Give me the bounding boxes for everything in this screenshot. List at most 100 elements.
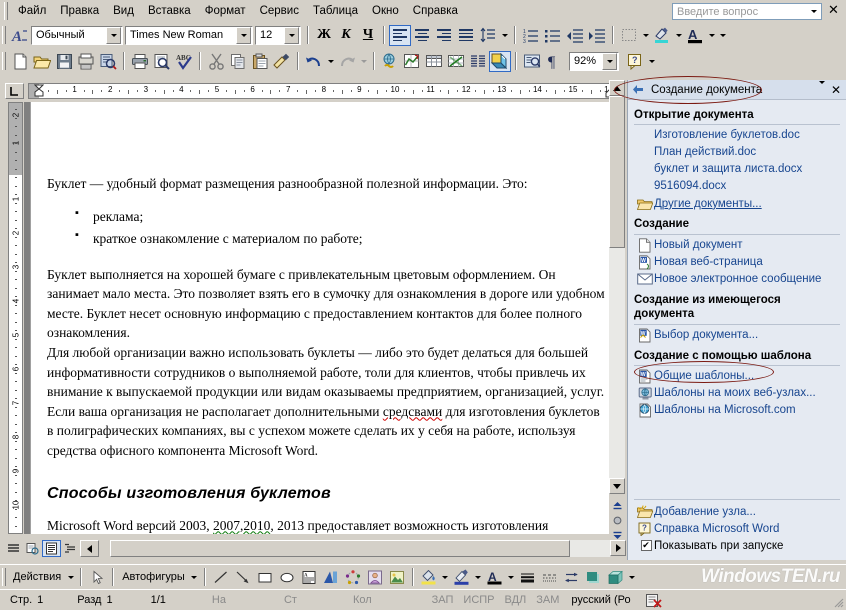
first-line-indent-marker[interactable] <box>33 84 45 98</box>
toolbar-options-button[interactable] <box>717 25 728 46</box>
status-rec-indicator[interactable]: ЗАП <box>432 594 454 606</box>
chevron-down-icon[interactable] <box>807 4 821 19</box>
menu-item-file[interactable]: Файл <box>11 2 53 20</box>
insert-table-icon[interactable] <box>423 51 445 72</box>
borders-button[interactable] <box>618 25 640 46</box>
paste-icon[interactable] <box>249 51 271 72</box>
recent-file-item[interactable]: буклет и защита листа.docx <box>634 161 840 178</box>
font-size-combo[interactable]: 12 <box>255 25 301 45</box>
more-documents-link[interactable]: Другие документы... <box>634 195 840 212</box>
show-formatting-marks-icon[interactable]: ¶ <box>543 51 565 72</box>
font-color-dropdown[interactable] <box>506 567 517 588</box>
microsoft-templates-link[interactable]: Шаблоны на Microsoft.com <box>634 402 840 419</box>
status-trk-indicator[interactable]: ИСПР <box>463 594 494 606</box>
horizontal-scroll-thumb[interactable] <box>110 540 570 557</box>
normal-view-button[interactable] <box>4 540 23 557</box>
justify-button[interactable] <box>455 25 477 46</box>
document-horizontal-scrollbar[interactable] <box>110 540 610 557</box>
show-at-startup-row[interactable]: ✔ Показывать при запуске <box>634 537 840 554</box>
select-browse-object-button[interactable] <box>609 513 625 528</box>
oval-icon[interactable] <box>276 567 298 588</box>
cut-icon[interactable] <box>205 51 227 72</box>
autoshapes-dropdown[interactable] <box>189 567 200 588</box>
font-color-button[interactable]: A <box>684 25 706 46</box>
menu-bar-grip[interactable] <box>4 2 8 20</box>
new-blank-document-link[interactable]: Новый документ <box>634 237 840 254</box>
underline-button[interactable]: Ч <box>357 25 379 46</box>
line-icon[interactable] <box>210 567 232 588</box>
line-color-dropdown[interactable] <box>473 567 484 588</box>
diagram-icon[interactable] <box>342 567 364 588</box>
task-pane-dropdown-icon[interactable] <box>814 80 830 96</box>
chevron-down-icon[interactable] <box>106 26 121 44</box>
print-layout-view-button[interactable] <box>42 540 61 557</box>
web-templates-link[interactable]: Шаблоны на моих веб-узлах... <box>634 385 840 402</box>
italic-button[interactable]: К <box>335 25 357 46</box>
copy-icon[interactable] <box>227 51 249 72</box>
increase-indent-button[interactable] <box>586 25 608 46</box>
menu-item-window[interactable]: Окно <box>365 2 406 20</box>
insert-excel-table-icon[interactable] <box>445 51 467 72</box>
spelling-status-icon[interactable] <box>645 593 662 608</box>
recent-file-item[interactable]: 9516094.docx <box>634 178 840 195</box>
3d-style-icon[interactable] <box>605 567 627 588</box>
bold-button[interactable]: Ж <box>313 25 335 46</box>
scroll-up-button[interactable] <box>609 80 625 96</box>
clip-art-icon[interactable] <box>364 567 386 588</box>
document-map-icon[interactable] <box>521 51 543 72</box>
chevron-down-icon[interactable] <box>602 52 617 70</box>
menu-item-table[interactable]: Таблица <box>306 2 365 20</box>
outline-view-button[interactable] <box>61 540 80 557</box>
vertical-scroll-thumb[interactable] <box>609 96 625 248</box>
borders-dropdown[interactable] <box>640 25 651 46</box>
numbered-list-button[interactable]: 123 <box>520 25 542 46</box>
undo-icon[interactable] <box>303 51 325 72</box>
fill-color-icon[interactable] <box>418 567 440 588</box>
email-document-icon[interactable] <box>75 51 97 72</box>
standard-toolbar-options[interactable] <box>646 51 657 72</box>
select-objects-icon[interactable] <box>86 567 108 588</box>
search-document-icon[interactable] <box>97 51 119 72</box>
recent-file-item[interactable]: Изготовление буклетов.doc <box>634 127 840 144</box>
document-canvas[interactable]: Буклет — удобный формат размещения разно… <box>24 102 624 534</box>
formatting-toolbar-grip[interactable] <box>2 26 6 44</box>
print-icon[interactable] <box>129 51 151 72</box>
choose-document-link[interactable]: W Выбор документа... <box>634 327 840 344</box>
previous-page-button[interactable] <box>609 497 625 512</box>
resize-grip[interactable] <box>831 595 845 609</box>
arrow-style-icon[interactable] <box>561 567 583 588</box>
styles-and-formatting-icon[interactable]: A <box>9 25 31 46</box>
wordart-icon[interactable] <box>320 567 342 588</box>
draw-actions-menu[interactable]: Действия <box>9 571 65 583</box>
chevron-down-icon[interactable] <box>284 26 299 44</box>
align-center-button[interactable] <box>411 25 433 46</box>
vertical-ruler[interactable]: 2112345678910 <box>8 102 23 534</box>
task-pane-close-icon[interactable]: ✕ <box>830 84 846 96</box>
tab-stop-selector[interactable] <box>5 83 24 99</box>
document-text[interactable]: Буклет — удобный формат размещения разно… <box>47 174 607 534</box>
insert-hyperlink-icon[interactable] <box>379 51 401 72</box>
help-icon[interactable]: ? <box>624 51 646 72</box>
add-node-link[interactable]: Добавление узла... <box>634 503 840 520</box>
bulleted-list-button[interactable] <box>542 25 564 46</box>
font-name-combo[interactable]: Times New Roman <box>125 25 253 45</box>
format-painter-icon[interactable] <box>271 51 293 72</box>
document-page[interactable]: Буклет — удобный формат размещения разно… <box>30 102 614 534</box>
rectangle-icon[interactable] <box>254 567 276 588</box>
open-folder-icon[interactable] <box>31 51 53 72</box>
align-right-button[interactable] <box>433 25 455 46</box>
vertical-scroll-track[interactable] <box>609 96 625 478</box>
redo-icon[interactable] <box>336 51 358 72</box>
decrease-indent-button[interactable] <box>564 25 586 46</box>
scroll-down-button[interactable] <box>609 478 625 494</box>
checkbox[interactable]: ✔ <box>638 538 654 554</box>
menu-item-edit[interactable]: Правка <box>53 2 106 20</box>
draw-actions-dropdown[interactable] <box>65 567 76 588</box>
document-vertical-scrollbar[interactable] <box>609 80 625 558</box>
menu-item-format[interactable]: Формат <box>198 2 253 20</box>
line-color-icon[interactable] <box>451 567 473 588</box>
line-spacing-button[interactable] <box>477 25 499 46</box>
undo-dropdown[interactable] <box>325 51 336 72</box>
save-icon[interactable] <box>53 51 75 72</box>
new-document-icon[interactable] <box>9 51 31 72</box>
